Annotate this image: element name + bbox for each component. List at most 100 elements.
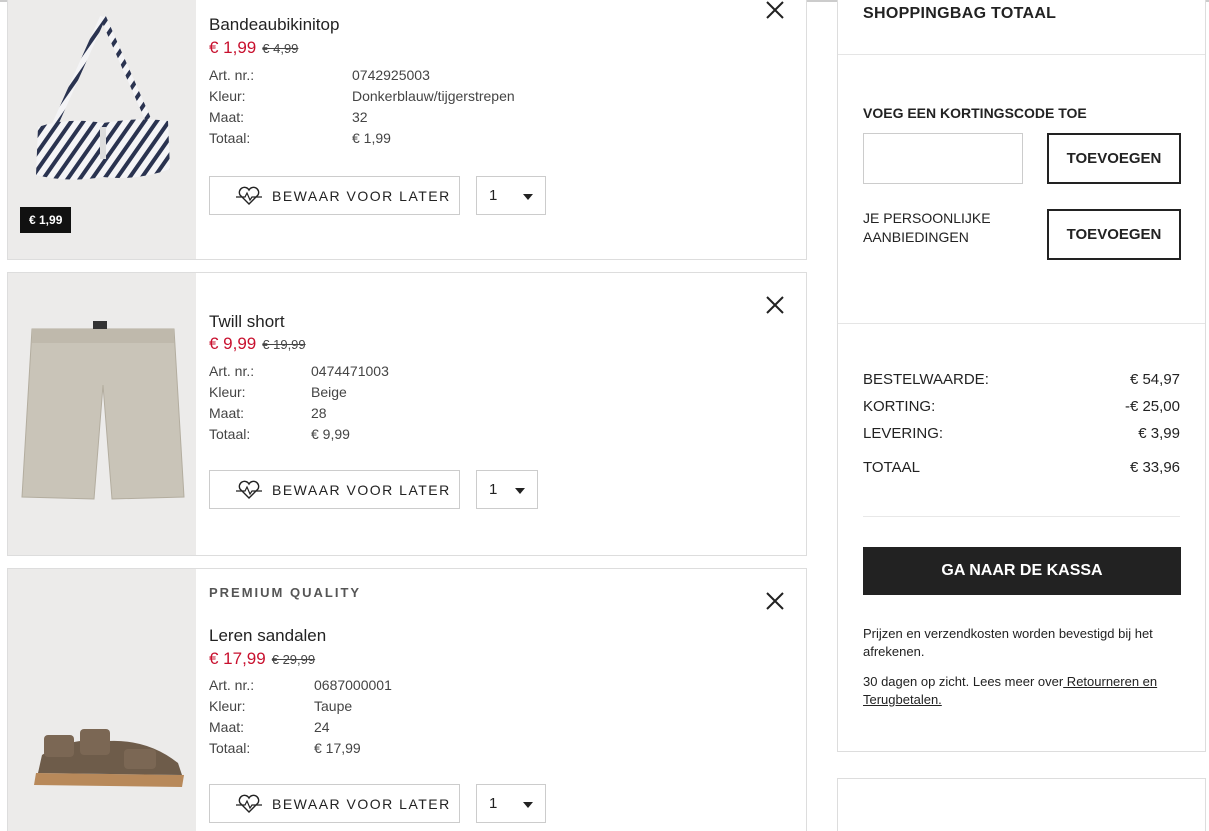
spec-label: Art. nr.: bbox=[209, 363, 255, 379]
save-for-later-button[interactable]: BEWAAR VOOR LATER bbox=[209, 176, 460, 215]
size-value: 28 bbox=[311, 405, 327, 421]
spec-label: Art. nr.: bbox=[209, 67, 255, 83]
art-number: 0742925003 bbox=[352, 67, 430, 83]
product-image[interactable] bbox=[8, 569, 196, 831]
product-name[interactable]: Bandeaubikinitop bbox=[209, 15, 339, 35]
divider bbox=[863, 516, 1180, 517]
discount-code-input[interactable] bbox=[863, 133, 1023, 184]
close-icon[interactable] bbox=[764, 294, 786, 316]
divider bbox=[838, 54, 1205, 55]
checkout-button[interactable]: GA NAAR DE KASSA bbox=[863, 547, 1181, 595]
price-badge: € 1,99 bbox=[20, 207, 72, 233]
color-value: Donkerblauw/tijgerstrepen bbox=[352, 88, 515, 104]
row-value: € 3,99 bbox=[1138, 425, 1180, 442]
color-value: Beige bbox=[311, 384, 347, 400]
sandal-illustration bbox=[34, 729, 184, 787]
personal-offers-label: JE PERSOONLIJKE AANBIEDINGEN bbox=[863, 210, 991, 245]
row-label: TOTAAL bbox=[863, 459, 920, 476]
product-image[interactable] bbox=[8, 273, 196, 555]
size-value: 24 bbox=[314, 719, 330, 735]
art-number: 0687000001 bbox=[314, 677, 392, 693]
total-value: € 1,99 bbox=[352, 130, 391, 146]
spec-label: Totaal: bbox=[209, 426, 251, 442]
row-label: LEVERING: bbox=[863, 425, 944, 442]
product-specs: Art. nr.: 0687000001 Kleur: Taupe Maat: 24 … bbox=[209, 675, 392, 759]
divider bbox=[838, 323, 1205, 324]
product-name[interactable]: Twill short bbox=[209, 312, 285, 332]
total-row: TOTAAL € 33,96 bbox=[863, 454, 1180, 481]
product-specs: Art. nr.: 0742925003 Kleur: Donkerblauw/ti… bbox=[209, 65, 515, 149]
close-icon[interactable] bbox=[764, 590, 786, 612]
old-price: € 19,99 bbox=[262, 337, 306, 352]
product-prices: € 9,99 € 19,99 bbox=[209, 334, 306, 354]
add-code-button[interactable]: TOEVOEGEN bbox=[1047, 133, 1181, 184]
row-value: -€ 25,00 bbox=[1124, 398, 1180, 415]
delivery-row: LEVERING: € 3,99 bbox=[863, 420, 1180, 447]
save-label: BEWAAR VOOR LATER bbox=[272, 481, 451, 498]
save-for-later-button[interactable]: BEWAAR VOOR LATER bbox=[209, 784, 460, 823]
sale-price: € 17,99 bbox=[209, 649, 266, 668]
cart-item: Twill short € 9,99 € 19,99 Art. nr.: 04744… bbox=[7, 272, 807, 556]
total-value: € 17,99 bbox=[314, 740, 361, 756]
size-value: 32 bbox=[352, 109, 368, 125]
spec-label: Maat: bbox=[209, 405, 245, 421]
product-prices: € 17,99 € 29,99 bbox=[209, 649, 315, 669]
discount-row: KORTING: -€ 25,00 bbox=[863, 393, 1180, 420]
product-name[interactable]: Leren sandalen bbox=[209, 626, 326, 646]
spec-label: Maat: bbox=[209, 109, 245, 125]
close-icon[interactable] bbox=[764, 0, 786, 21]
heart-icon bbox=[236, 794, 262, 813]
spec-label: Totaal: bbox=[209, 740, 251, 756]
totals-list: BESTELWAARDE: € 54,97 KORTING: -€ 25,00 LE… bbox=[863, 366, 1180, 481]
sale-price: € 9,99 bbox=[209, 334, 257, 353]
item-info: Twill short € 9,99 € 19,99 Art. nr.: 04744… bbox=[209, 273, 806, 555]
spec-label: Kleur: bbox=[209, 88, 246, 104]
row-label: BESTELWAARDE: bbox=[863, 371, 989, 388]
sale-price: € 1,99 bbox=[209, 38, 257, 57]
add-offers-button[interactable]: TOEVOEGEN bbox=[1047, 209, 1181, 260]
returns-note: 30 dagen op zicht. Lees meer over Retour… bbox=[863, 673, 1180, 709]
spec-label: Totaal: bbox=[209, 130, 251, 146]
quantity-value: 1 bbox=[489, 187, 498, 204]
order-summary: SHOPPINGBAG TOTAAL VOEG EEN KORTINGSCODE… bbox=[837, 0, 1206, 752]
spec-label: Kleur: bbox=[209, 698, 246, 714]
chevron-down-icon bbox=[523, 194, 533, 200]
cart-item: € 1,99 Bandeaubikinitop € 1,99 € 4,99 Art… bbox=[7, 0, 807, 260]
heart-icon bbox=[236, 480, 262, 499]
old-price: € 4,99 bbox=[262, 41, 299, 56]
price-note: Prijzen en verzendkosten worden bevestig… bbox=[863, 626, 1153, 659]
row-label: KORTING: bbox=[863, 398, 936, 415]
product-prices: € 1,99 € 4,99 bbox=[209, 38, 298, 58]
quantity-select[interactable]: 1 bbox=[476, 470, 538, 509]
chevron-down-icon bbox=[523, 802, 533, 808]
discount-code-label: VOEG EEN KORTINGSCODE TOE bbox=[863, 105, 1087, 121]
shorts-illustration bbox=[21, 321, 185, 500]
heart-icon bbox=[236, 186, 262, 205]
order-value-row: BESTELWAARDE: € 54,97 bbox=[863, 366, 1180, 393]
save-label: BEWAAR VOOR LATER bbox=[272, 187, 451, 204]
color-value: Taupe bbox=[314, 698, 353, 714]
summary-title: SHOPPINGBAG TOTAAL bbox=[863, 5, 1057, 22]
quantity-select[interactable]: 1 bbox=[476, 176, 546, 215]
save-for-later-button[interactable]: BEWAAR VOOR LATER bbox=[209, 470, 460, 509]
returns-note-text: 30 dagen op zicht. Lees meer over bbox=[863, 674, 1064, 689]
product-specs: Art. nr.: 0474471003 Kleur: Beige Maat: 28 … bbox=[209, 361, 389, 445]
spec-label: Kleur: bbox=[209, 384, 246, 400]
cart-item: PREMIUM QUALITY Leren sandalen € 17,99 € … bbox=[7, 568, 807, 831]
art-number: 0474471003 bbox=[311, 363, 389, 379]
spec-label: Maat: bbox=[209, 719, 245, 735]
row-value: € 33,96 bbox=[1129, 459, 1180, 476]
total-value: € 9,99 bbox=[311, 426, 350, 442]
chevron-down-icon bbox=[515, 488, 525, 494]
quantity-value: 1 bbox=[489, 795, 498, 812]
old-price: € 29,99 bbox=[271, 652, 316, 667]
save-label: BEWAAR VOOR LATER bbox=[272, 795, 451, 812]
quantity-value: 1 bbox=[489, 481, 498, 498]
spec-label: Art. nr.: bbox=[209, 677, 255, 693]
item-info: Bandeaubikinitop € 1,99 € 4,99 Art. nr.: 0… bbox=[209, 0, 806, 259]
secondary-panel bbox=[837, 778, 1206, 831]
quantity-select[interactable]: 1 bbox=[476, 784, 546, 823]
item-info: PREMIUM QUALITY Leren sandalen € 17,99 € … bbox=[209, 569, 806, 831]
row-value: € 54,97 bbox=[1129, 371, 1180, 388]
premium-label: PREMIUM QUALITY bbox=[209, 585, 362, 600]
